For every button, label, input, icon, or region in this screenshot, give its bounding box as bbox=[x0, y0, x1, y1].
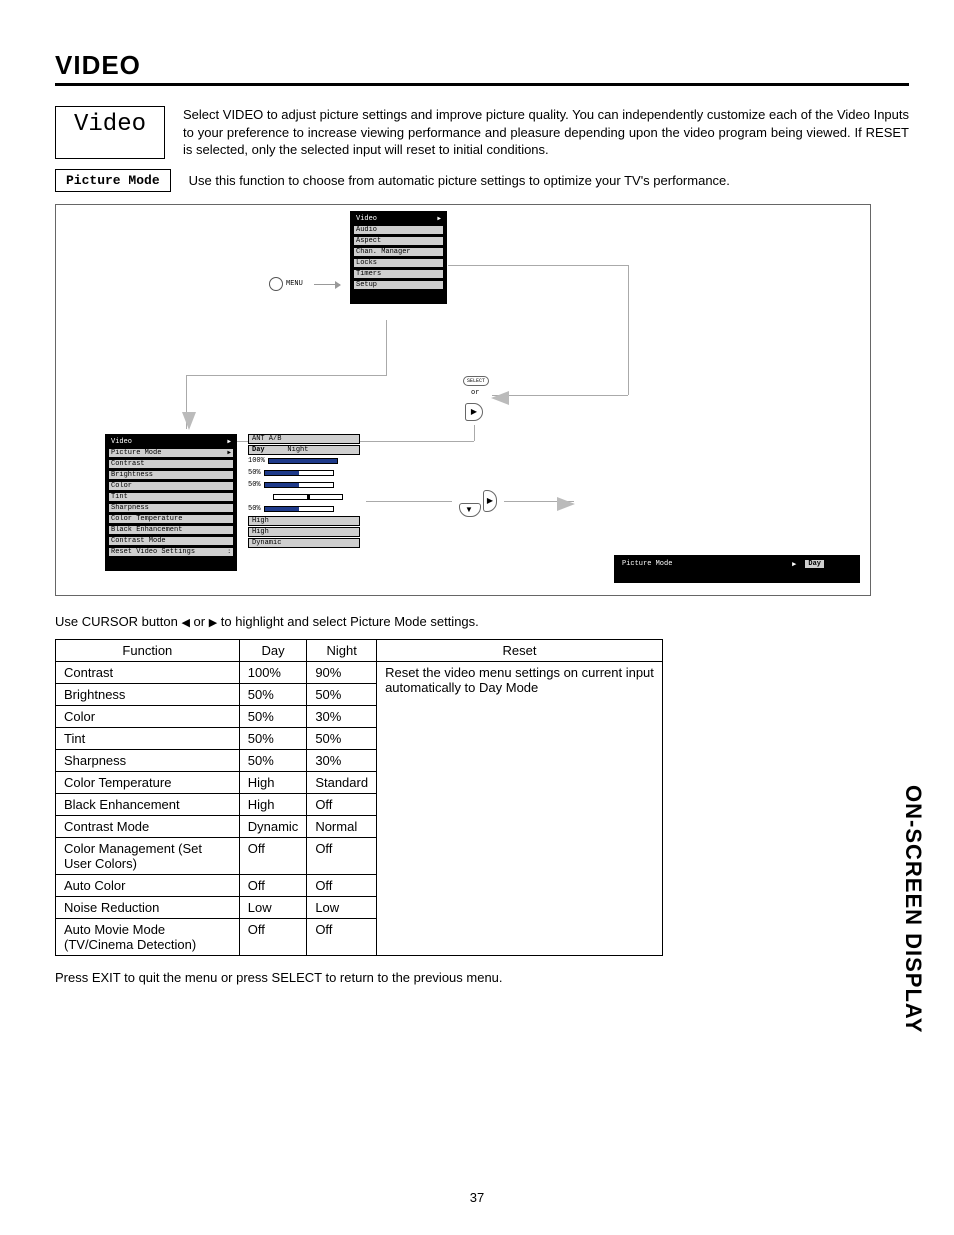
osd-item-timers: Timers bbox=[353, 269, 444, 279]
picture-mode-row: Picture Mode Use this function to choose… bbox=[55, 169, 909, 192]
power-icon bbox=[269, 277, 283, 291]
table-header-row: Function Day Night Reset bbox=[56, 639, 663, 661]
menu-label: MENU bbox=[286, 280, 303, 288]
osd-pm-footer-left: ▲▼ Next/Prev ◀▶ Select bbox=[618, 572, 697, 579]
osd-values-column: ANT A/B Day Night 100% 50% 50% 50% High … bbox=[248, 434, 360, 549]
osd-pm-footer-right: EXIT Return bbox=[816, 572, 856, 579]
select-button-icon: SELECT bbox=[463, 376, 489, 386]
table-row: Contrast100%90%Reset the video menu sett… bbox=[56, 661, 663, 683]
side-label: ON-SCREEN DISPLAY bbox=[900, 785, 926, 1033]
intro-row: Video Select VIDEO to adjust picture set… bbox=[55, 106, 909, 159]
osd-val-header: ANT A/B bbox=[248, 434, 360, 444]
osd-item-video: Video▶ bbox=[353, 214, 444, 224]
th-reset: Reset bbox=[377, 639, 663, 661]
osd-val-daynight: Day Night bbox=[248, 445, 360, 455]
osd-sub-header: Video▶ bbox=[108, 437, 234, 447]
osd-sub-tint: Tint bbox=[108, 492, 234, 502]
th-day: Day bbox=[239, 639, 307, 661]
triangle-right-icon: ▶ bbox=[209, 617, 217, 629]
osd-pm-label: Picture Mode▶ bbox=[618, 559, 800, 570]
cursor-right-icon: ▶ bbox=[465, 403, 483, 421]
th-function: Function bbox=[56, 639, 240, 661]
cursor-down-icon: ▼ bbox=[459, 503, 481, 517]
osd-val-tint bbox=[248, 492, 360, 503]
th-night: Night bbox=[307, 639, 377, 661]
cursor-instruction: Use CURSOR button ◀ or ▶ to highlight an… bbox=[55, 614, 909, 629]
navigation-diagram: MENU Video▶ Audio Aspect Chan. Manager L… bbox=[55, 204, 871, 596]
osd-sub-color: Color bbox=[108, 481, 234, 491]
osd-main-menu: Video▶ Audio Aspect Chan. Manager Locks … bbox=[350, 211, 447, 304]
osd-sub-brightness: Brightness bbox=[108, 470, 234, 480]
osd-pm-night: Night bbox=[829, 560, 856, 568]
reset-cell: Reset the video menu settings on current… bbox=[377, 661, 663, 955]
cursor-right2-icon: ▶ bbox=[483, 490, 497, 512]
osd-val-sharpness: 50% bbox=[248, 504, 360, 515]
osd-item-audio: Audio bbox=[353, 225, 444, 235]
osd-val-black: High bbox=[248, 527, 360, 537]
osd-sub-pm: Picture Mode▶ bbox=[108, 448, 234, 458]
page-number: 37 bbox=[0, 1190, 954, 1205]
video-box: Video bbox=[55, 106, 165, 159]
picture-mode-text: Use this function to choose from automat… bbox=[189, 173, 730, 188]
osd-sub-black: Black Enhancement bbox=[108, 525, 234, 535]
osd-sub-ctemp: Color Temperature bbox=[108, 514, 234, 524]
osd-pm-day: Day bbox=[804, 559, 825, 569]
osd-sub-contrast: Contrast bbox=[108, 459, 234, 469]
osd-val-contrast: 100% bbox=[248, 456, 360, 467]
osd-video-submenu: Video▶ Picture Mode▶ Contrast Brightness… bbox=[105, 434, 237, 571]
osd-val-cmode: Dynamic bbox=[248, 538, 360, 548]
or-label: or bbox=[471, 389, 479, 397]
osd-item-setup: Setup bbox=[353, 280, 444, 290]
osd-sub-footer: ◆ Move SEL Return bbox=[108, 558, 234, 567]
exit-instruction: Press EXIT to quit the menu or press SEL… bbox=[55, 970, 909, 985]
settings-table: Function Day Night Reset Contrast100%90%… bbox=[55, 639, 663, 956]
osd-footer-main: ◆ Move SEL Sel bbox=[353, 291, 444, 300]
osd-item-aspect: Aspect bbox=[353, 236, 444, 246]
page-title: VIDEO bbox=[55, 50, 909, 86]
osd-item-chan: Chan. Manager bbox=[353, 247, 444, 257]
picture-mode-box: Picture Mode bbox=[55, 169, 171, 192]
osd-picture-mode-select: Picture Mode▶ Day Night ▲▼ Next/Prev ◀▶ … bbox=[614, 555, 860, 583]
triangle-left-icon: ◀ bbox=[181, 617, 189, 629]
osd-val-color: 50% bbox=[248, 480, 360, 491]
intro-text: Select VIDEO to adjust picture settings … bbox=[183, 106, 909, 159]
osd-item-locks: Locks bbox=[353, 258, 444, 268]
osd-sub-sharpness: Sharpness bbox=[108, 503, 234, 513]
osd-sub-reset: Reset Video Settings: bbox=[108, 547, 234, 557]
osd-val-brightness: 50% bbox=[248, 468, 360, 479]
osd-sub-cmode: Contrast Mode bbox=[108, 536, 234, 546]
menu-arrow-icon bbox=[314, 284, 340, 285]
osd-val-ctemp: High bbox=[248, 516, 360, 526]
